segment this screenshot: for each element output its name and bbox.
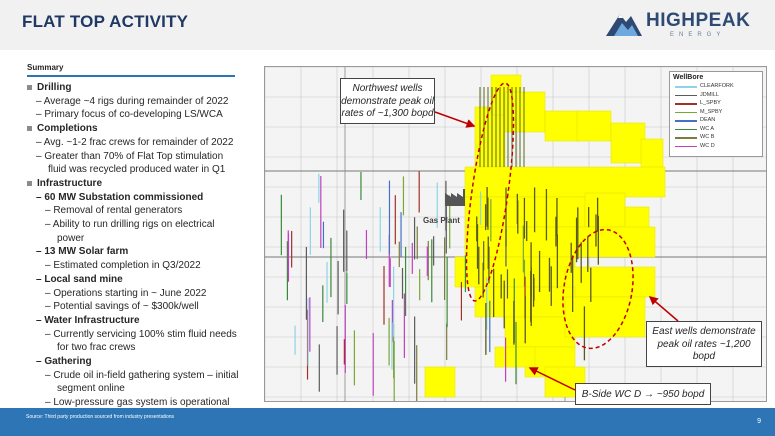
- legend-swatch: [675, 120, 697, 122]
- legend-swatch: [675, 111, 697, 113]
- legend-item: WC A: [670, 125, 762, 134]
- legend-title: WellBore: [673, 74, 704, 81]
- summary-bullet: fluid was recycled produced water in Q1: [48, 164, 226, 176]
- acreage-block: [504, 91, 546, 133]
- summary-section-heading: Completions: [27, 122, 255, 136]
- acreage-block: [564, 266, 656, 298]
- legend-label: DEAN: [700, 117, 716, 123]
- legend-label: WC D: [700, 142, 715, 149]
- summary-bullet-list: Drilling – Average ~4 rigs during remaind…: [27, 81, 255, 410]
- summary-bullet: – Ability to run drilling rigs on electr…: [45, 219, 215, 231]
- legend-swatch: [675, 94, 697, 96]
- legend-item: CLEARFORK: [670, 82, 762, 91]
- summary-bullet: – Potential savings of ~ $300k/well: [45, 301, 199, 313]
- summary-bullet: – Crude oil in-field gathering system – …: [45, 369, 239, 381]
- legend-swatch: [675, 137, 697, 139]
- acreage-block: [544, 110, 581, 142]
- summary-bullet: for two frac crews: [57, 342, 136, 354]
- summary-bullet: – Water Infrastructure: [36, 314, 140, 326]
- summary-bullet: – Primary focus of co-developing LS/WCA: [36, 109, 223, 121]
- summary-section-heading: Drilling: [27, 81, 255, 95]
- legend-label: M_SPBY: [700, 108, 723, 115]
- summary-bullet: – 60 MW Substation commissioned: [36, 191, 204, 203]
- legend-item: JDMILL: [670, 91, 762, 100]
- logo-subtext: ENERGY: [670, 32, 726, 38]
- summary-bullet: – Operations starting in ~ June 2022: [45, 287, 207, 299]
- callout-northwest-wells: Northwest wells demonstrate peak oil rat…: [340, 78, 435, 124]
- summary-bullet: – Currently servicing 100% stim fluid ne…: [45, 328, 237, 340]
- callout-bside-wcd: B-Side WC D → ~950 bopd: [575, 383, 711, 405]
- callout-east-wells: East wells demonstrate peak oil rates ~1…: [646, 321, 762, 367]
- page-title: FLAT TOP ACTIVITY: [22, 12, 189, 31]
- logo-text: HIGHPEAK: [646, 10, 751, 31]
- summary-bullet: segment online: [57, 383, 125, 395]
- legend-swatch: [675, 86, 697, 88]
- source-note: Source: Third party production sourced f…: [26, 414, 175, 420]
- footer-bar: Source: Third party production sourced f…: [0, 408, 775, 436]
- acreage-block: [564, 296, 646, 338]
- legend-label: JDMILL: [700, 91, 719, 98]
- summary-bullet: – Greater than 70% of Flat Top stimulati…: [36, 150, 224, 162]
- legend-item: WC D: [670, 142, 762, 151]
- summary-bullet: – Estimated completion in Q3/2022: [45, 260, 201, 272]
- summary-divider: [27, 75, 235, 77]
- legend-label: WC B: [700, 134, 715, 140]
- mountain-logo-icon: [606, 14, 642, 36]
- legend-label: CLEARFORK: [700, 83, 734, 89]
- summary-bullet: power: [57, 232, 85, 244]
- company-logo: HIGHPEAK ENERGY: [604, 6, 766, 44]
- legend-swatch: [675, 103, 697, 105]
- summary-bullet: – Removal of rental generators: [45, 205, 183, 217]
- acreage-block: [584, 192, 626, 228]
- summary-bullet: – 13 MW Solar farm: [36, 246, 129, 258]
- summary-bullet: – Average ~4 rigs during remainder of 20…: [36, 95, 229, 107]
- header-bar: FLAT TOP ACTIVITY HIGHPEAK ENERGY: [0, 0, 775, 50]
- legend-label: WC A: [700, 125, 715, 132]
- factory-icon: [435, 187, 475, 212]
- summary-bullet: – Gathering: [36, 356, 92, 368]
- summary-section-heading: Infrastructure: [27, 177, 255, 191]
- legend-item: M_SPBY: [670, 108, 762, 117]
- acreage-block: [576, 110, 612, 142]
- gas-plant-label: Gas Plant: [423, 216, 460, 225]
- legend-item: DEAN: [670, 116, 762, 125]
- legend-item: WC B: [670, 133, 762, 142]
- summary-bullet: – Local sand mine: [36, 273, 123, 285]
- acreage-block: [424, 366, 456, 398]
- summary-heading: Summary: [27, 63, 64, 72]
- summary-bullet: – Avg. ~1-2 frac crews for remainder of …: [36, 136, 234, 148]
- acreage-block: [640, 138, 664, 170]
- page-number: 9: [757, 418, 761, 425]
- acreage-block: [494, 346, 536, 368]
- legend-label: L_SPBY: [700, 100, 721, 106]
- acreage-block: [610, 122, 646, 164]
- acreage-block: [464, 226, 656, 258]
- legend-swatch: [675, 128, 697, 130]
- wellbore-legend: WellBore CLEARFORK JDMILL L_SPBY M_SPBY DEAN…: [669, 71, 763, 157]
- legend-item: L_SPBY: [670, 99, 762, 108]
- acreage-block: [464, 166, 666, 198]
- legend-swatch: [675, 145, 697, 147]
